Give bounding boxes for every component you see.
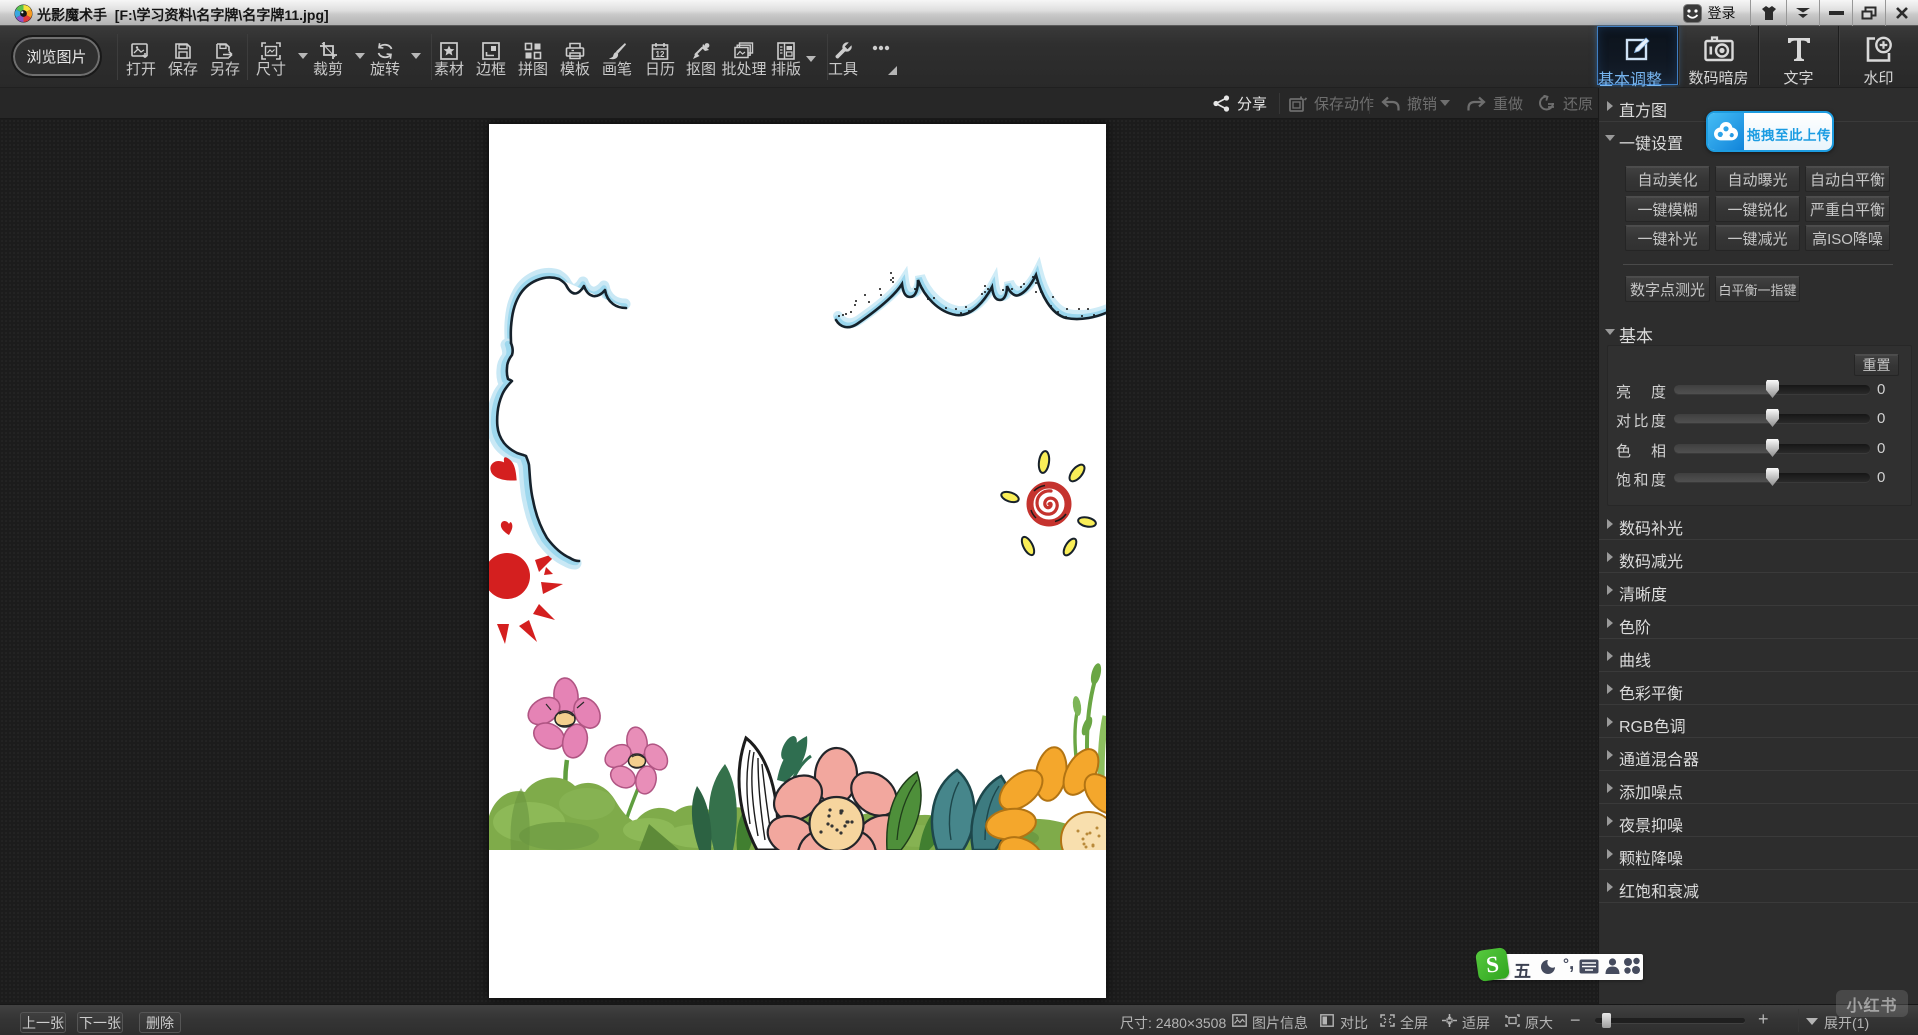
svg-text:12: 12 — [656, 50, 665, 59]
